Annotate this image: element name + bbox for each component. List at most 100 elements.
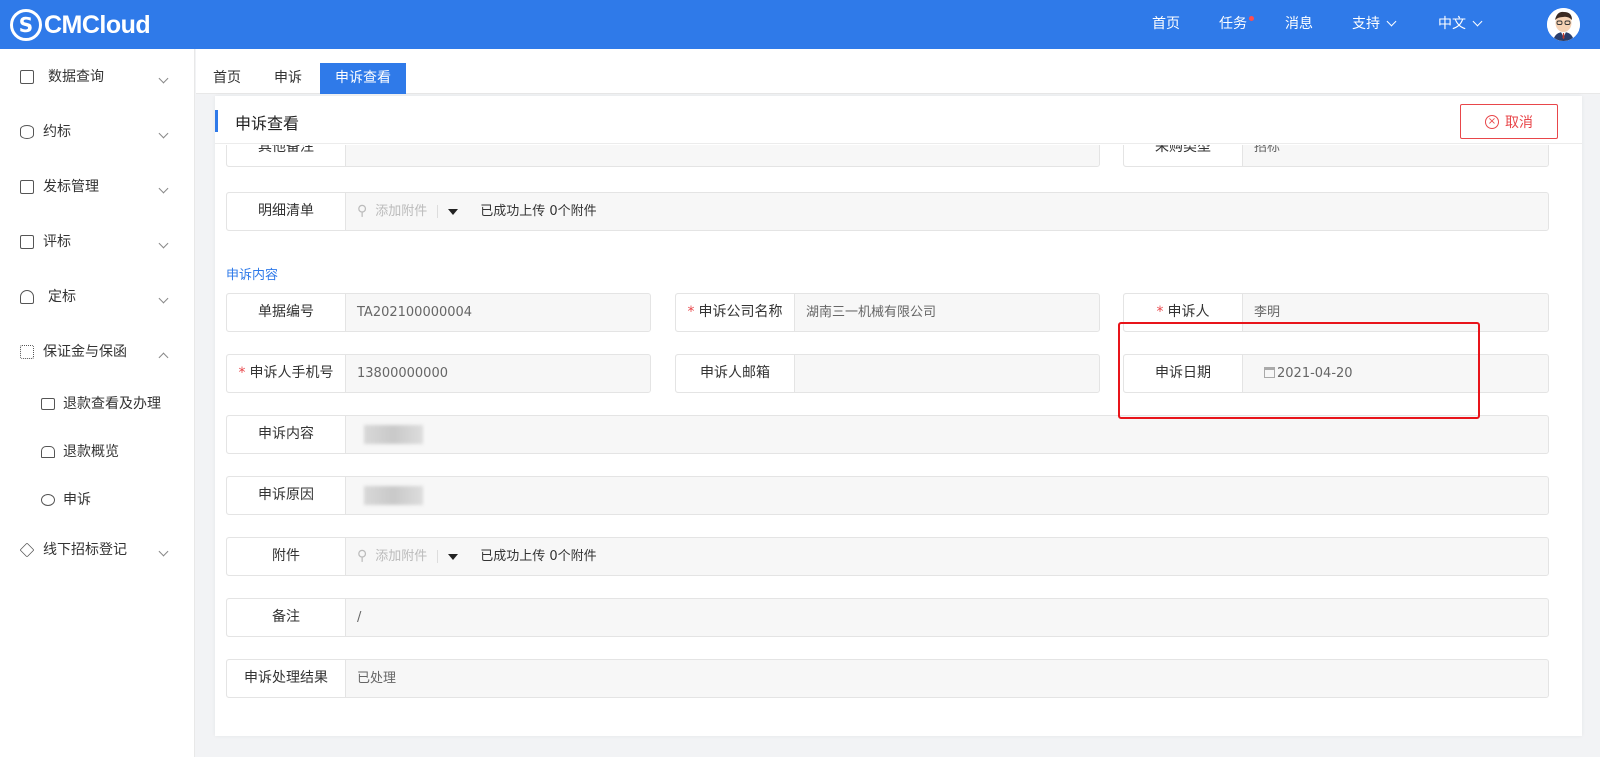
field-label-text: 申诉公司名称 [698,304,783,320]
chevron-down-icon [158,542,169,566]
sidebar-subitem-label: 退款查看及办理 [63,396,161,412]
layers-icon [19,542,35,558]
divider [437,205,439,218]
divider [437,550,439,563]
field-label: 申诉人邮箱 [676,355,795,392]
field-label-text: 申诉人 [1167,304,1210,320]
sidebar-subitem-refund-overview[interactable]: 退款概览 [0,440,195,464]
nav-messages[interactable]: 消息 [1285,0,1313,49]
page-title-bar: 申诉查看 × 取消 [215,96,1582,144]
chevron-down-icon [158,289,169,313]
org-chart-icon [20,345,34,359]
sidebar-subitem-label: 退款概览 [63,444,119,460]
field-label: 其他备注 [227,145,346,166]
field-value: TA202100000004 [357,305,473,320]
sidebar-item-label: 评标 [43,234,71,250]
cancel-button-label: 取消 [1505,114,1533,131]
sidebar-subitem-complaint[interactable]: 申诉 [0,488,195,512]
sidebar-item-deposit[interactable]: 保证金与保函 [0,340,195,364]
title-accent [215,110,218,132]
sidebar-item-offline-registration[interactable]: 线下招标登记 [0,538,195,562]
nav-support-label: 支持 [1352,16,1380,32]
sidebar-item-award[interactable]: 定标 [0,285,195,309]
complaint-icon [41,494,55,506]
blurred-value [364,486,423,505]
required-mark: * [238,365,246,381]
other-notes-field: 其他备注 [226,145,1100,167]
chevron-down-icon [1472,16,1483,27]
chevron-up-icon [158,344,169,368]
folder-icon [20,70,34,84]
chevron-down-icon [158,234,169,258]
id-card-icon [41,398,55,410]
chevron-down-icon [158,179,169,203]
result-field: 申诉处理结果 已处理 [226,659,1549,698]
sidebar-item-yuebiao[interactable]: 约标 [0,120,195,144]
field-label: 申诉处理结果 [227,660,346,697]
cancel-button[interactable]: × 取消 [1460,104,1558,139]
home-icon [41,446,55,458]
chevron-down-icon [158,124,169,148]
logo-icon: S [10,9,42,41]
sidebar-item-data-query[interactable]: 数据查询 [0,65,195,89]
sidebar-item-label: 发标管理 [43,179,99,195]
upload-status: 已成功上传 0个附件 [480,549,597,564]
field-label: * 申诉人手机号 [227,355,346,392]
tab-bar: 首页 申诉 申诉查看 [196,49,1600,94]
field-label: 明细清单 [227,193,346,230]
add-attachment-button[interactable]: 添加附件 [375,193,427,230]
clipboard-icon [20,235,34,249]
top-bar: S CMCloud 首页 任务 消息 支持 中文 [0,0,1600,49]
reason-field: 申诉原因 [226,476,1549,515]
avatar-icon [1547,8,1580,41]
email-field: 申诉人邮箱 [675,354,1100,393]
user-avatar[interactable] [1547,8,1580,41]
tab-home[interactable]: 首页 [198,63,256,94]
caret-down-icon[interactable] [448,208,459,215]
sidebar-item-label: 约标 [43,124,71,140]
company-field: * 申诉公司名称 湖南三一机械有限公司 [675,293,1100,332]
sidebar-item-bid-release[interactable]: 发标管理 [0,175,195,199]
field-label: 备注 [227,599,346,636]
doc-no-field: 单据编号 TA202100000004 [226,293,651,332]
nav-language[interactable]: 中文 [1438,0,1483,49]
stamp-icon [20,290,34,304]
tab-complaint[interactable]: 申诉 [259,63,317,94]
sidebar-subitem-refund-handle[interactable]: 退款查看及办理 [0,392,195,416]
field-value: 13800000000 [357,366,448,381]
sidebar-subitem-label: 申诉 [63,492,91,508]
content-field: 申诉内容 [226,415,1549,454]
tab-complaint-view[interactable]: 申诉查看 [320,63,406,94]
sidebar-item-label: 保证金与保函 [43,344,127,360]
attachment-uploader: ⚲ 添加附件 已成功上传 0个附件 [357,193,597,230]
field-label: 申诉内容 [227,416,346,453]
field-value: 湖南三一机械有限公司 [806,305,937,320]
field-label-text: 申诉人手机号 [249,365,334,381]
form-scroll-area[interactable]: 其他备注 采购类型 招标 明细清单 ⚲ 添加附件 已成功上传 0个附件 申诉内容… [215,145,1582,736]
logo[interactable]: S CMCloud [10,8,151,42]
purchase-type-field: 采购类型 招标 [1123,145,1549,167]
add-attachment-button[interactable]: 添加附件 [375,538,427,575]
sidebar-item-evaluation[interactable]: 评标 [0,230,195,254]
field-value: 招标 [1254,145,1281,155]
document-icon [20,180,34,194]
sidebar-item-label: 数据查询 [48,69,104,85]
caret-down-icon[interactable] [448,553,459,560]
nav-support[interactable]: 支持 [1352,0,1397,49]
attachment-field: 附件 ⚲ 添加附件 已成功上传 0个附件 [226,537,1549,576]
database-icon [20,125,34,139]
field-label: 采购类型 [1124,145,1243,166]
sidebar: 数据查询 约标 发标管理 评标 定标 保证金与保函 退款查看及办理 退款概览 申… [0,49,195,757]
chevron-down-icon [1386,16,1397,27]
nav-home[interactable]: 首页 [1152,0,1180,49]
nav-tasks[interactable]: 任务 [1219,0,1247,49]
field-value: 已处理 [357,671,397,686]
nav-language-label: 中文 [1438,16,1466,32]
sidebar-item-label: 线下招标登记 [43,542,127,558]
field-label: * 申诉公司名称 [676,294,795,331]
required-mark: * [1156,304,1164,320]
close-circle-icon: × [1485,114,1499,129]
field-label: 申诉原因 [227,477,346,514]
chevron-down-icon [158,69,169,93]
blurred-value [364,425,423,444]
